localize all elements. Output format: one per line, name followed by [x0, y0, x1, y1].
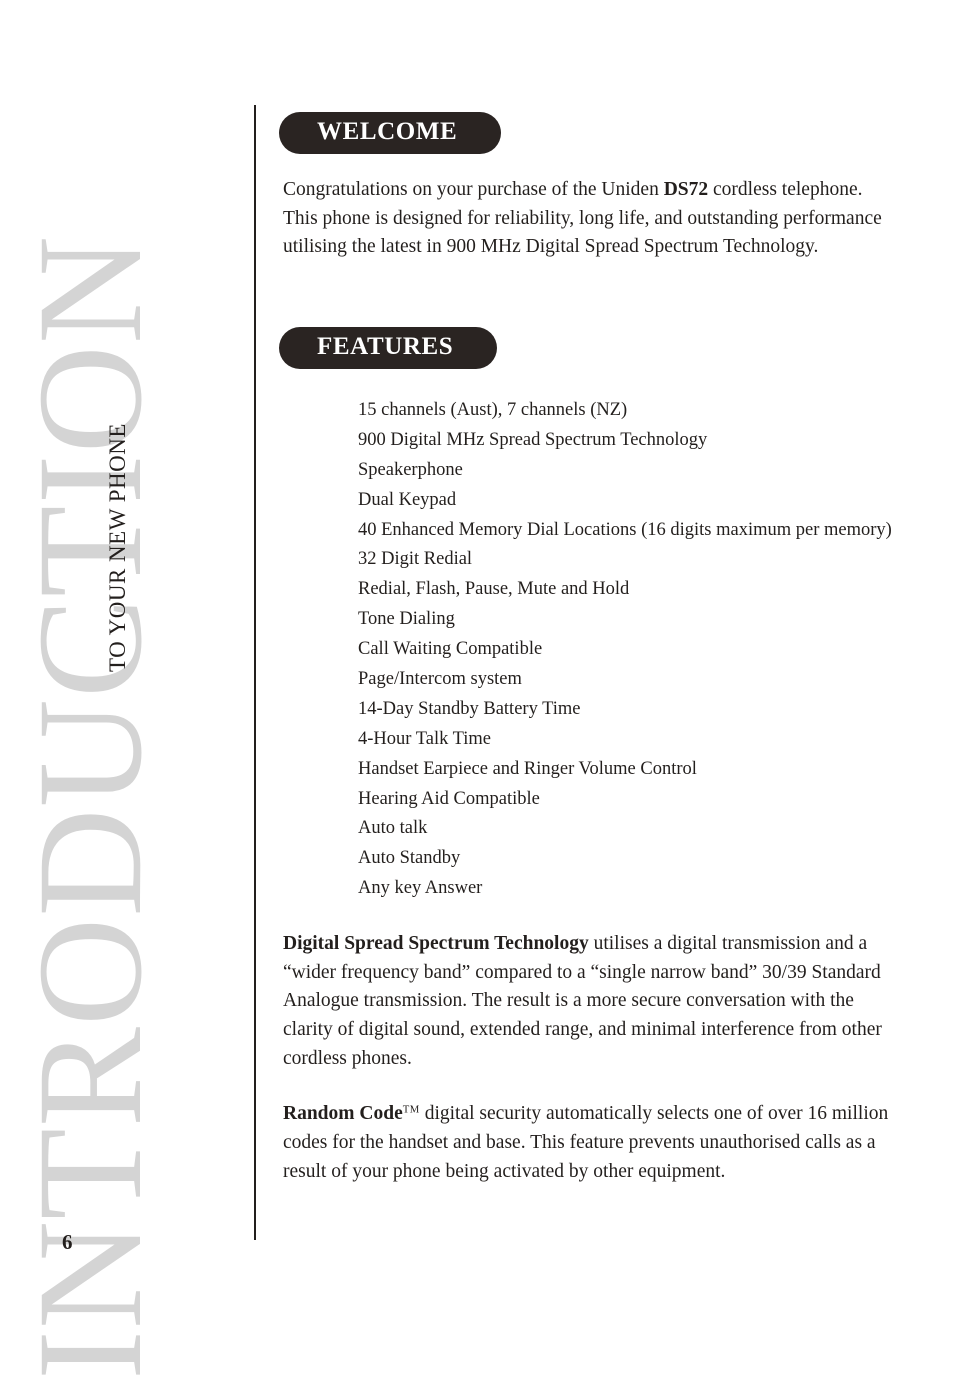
spacer-welcome-features [279, 262, 894, 327]
features-section-header: FEATURES [279, 326, 894, 369]
running-head-text: TO YOUR NEW PHONE [104, 423, 130, 672]
welcome-text-lead: Congratulations on your purchase of the … [283, 179, 664, 200]
feature-list-item: 15 channels (Aust), 7 channels (NZ) [358, 399, 628, 420]
random-code-paragraph: Random CodeTM digital security automatic… [279, 1100, 894, 1186]
feature-list-item: Speakerphone [358, 459, 463, 480]
feature-list-item: Auto Standby [358, 848, 461, 869]
features-heading-pill: FEATURES [279, 326, 498, 369]
features-list: 15 channels (Aust), 7 channels (NZ) 900 D… [358, 401, 894, 898]
feature-list-item: 4-Hour Talk Time [358, 728, 492, 749]
trademark-symbol: TM [402, 1103, 420, 1116]
feature-list-item: Redial, Flash, Pause, Mute and Hold [358, 579, 630, 600]
column-divider-rule [254, 105, 256, 1240]
feature-list-item: 14-Day Standby Battery Time [358, 698, 581, 719]
feature-list-item: Call Waiting Compatible [358, 639, 543, 660]
spacer-list-dss [279, 909, 894, 930]
dss-paragraph: Digital Spread Spectrum Technology utili… [279, 930, 894, 1073]
chapter-watermark-text: INTRODUCTION [7, 234, 173, 1380]
feature-list-item: Hearing Aid Compatible [358, 788, 540, 809]
feature-list-item: Tone Dialing [358, 609, 455, 630]
chapter-watermark: INTRODUCTION [7, 235, 173, 1380]
welcome-heading-pill: WELCOME [279, 112, 502, 154]
features-list-wrapper: 15 channels (Aust), 7 channels (NZ) 900 D… [279, 401, 894, 898]
spacer-features-list [279, 369, 894, 401]
running-head: TO YOUR NEW PHONE [102, 292, 132, 672]
feature-list-item: Dual Keypad [358, 489, 457, 510]
random-code-lead-term: Random Code [283, 1103, 403, 1125]
welcome-paragraph: Congratulations on your purchase of the … [279, 176, 894, 262]
feature-list-item: Auto talk [358, 818, 428, 839]
feature-list-item: Page/Intercom system [358, 668, 522, 689]
feature-list-item: 900 Digital MHz Spread Spectrum Technolo… [358, 429, 708, 450]
spacer-dss-random [279, 1073, 894, 1100]
feature-list-item: Handset Earpiece and Ringer Volume Contr… [358, 758, 697, 779]
feature-list-item: 32 Digit Redial [358, 549, 473, 570]
feature-list-item: 40 Enhanced Memory Dial Locations (16 di… [358, 519, 892, 540]
content-column: WELCOME Congratulations on your purchase… [279, 100, 894, 1186]
feature-list-item: Any key Answer [358, 878, 483, 899]
dss-lead-term: Digital Spread Spectrum Technology [283, 933, 589, 955]
page-number: 6 [62, 1230, 73, 1254]
welcome-section-header: WELCOME [279, 112, 894, 154]
model-name: DS72 [663, 179, 709, 200]
